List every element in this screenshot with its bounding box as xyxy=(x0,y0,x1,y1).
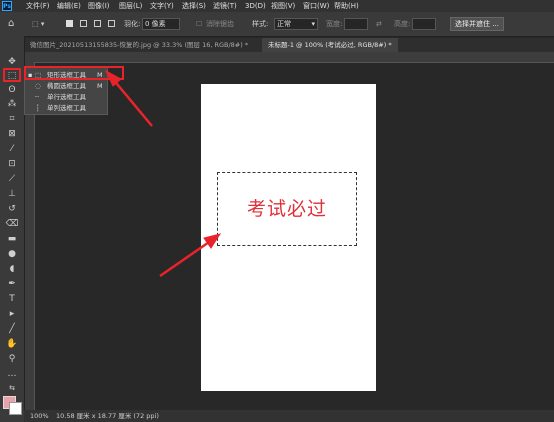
arrow-to-selection xyxy=(159,238,213,278)
arrow-head-selection xyxy=(203,233,222,249)
status-bar: 100% 10.58 厘米 x 18.77 厘米 (72 ppi) xyxy=(24,410,554,422)
annotation-arrows xyxy=(104,69,222,278)
arrow-to-flyout xyxy=(111,77,153,127)
document-info: 10.58 厘米 x 18.77 厘米 (72 ppi) xyxy=(56,412,159,420)
zoom-level[interactable]: 100% xyxy=(30,410,49,422)
arrow-head-flyout xyxy=(104,69,122,87)
